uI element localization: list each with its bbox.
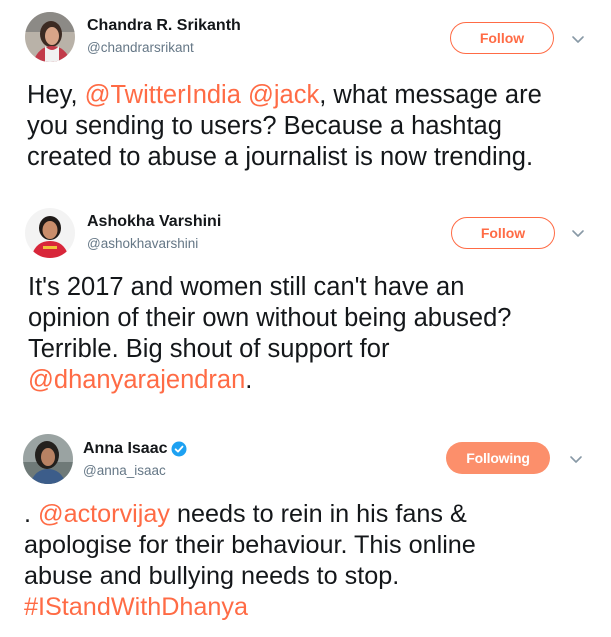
mention-link[interactable]: @TwitterIndia (85, 81, 241, 109)
chevron-down-icon[interactable] (571, 226, 585, 240)
hashtag-link[interactable]: #IStandWithDhanya (24, 593, 248, 621)
follow-button[interactable]: Follow (451, 217, 555, 249)
mention-link[interactable]: @actorvijay (38, 500, 170, 528)
display-name-text[interactable]: Ashokha Varshini (87, 212, 221, 232)
follow-button[interactable]: Follow (450, 22, 554, 54)
tweet-text-segment: It's 2017 and women still can't have an (28, 273, 465, 301)
tweet-text-segment: , what message are (319, 81, 542, 109)
chevron-down-icon[interactable] (571, 32, 585, 46)
tweet-text-segment: apologise for their behaviour. This onli… (24, 531, 476, 559)
user-handle[interactable]: @ashokhavarshini (87, 236, 221, 252)
user-handle[interactable]: @anna_isaac (83, 463, 187, 479)
tweet-text: It's 2017 and women still can't have an o… (28, 272, 603, 396)
display-name-text[interactable]: Anna Isaac (83, 439, 167, 459)
tweet-text: Hey, @TwitterIndia @jack, what message a… (27, 80, 602, 173)
verified-badge-icon (171, 441, 187, 457)
tweet-text-segment: abuse and bullying needs to stop. (24, 562, 400, 590)
avatar[interactable] (25, 12, 75, 62)
tweet-text-segment: created to abuse a journalist is now tre… (27, 143, 534, 171)
display-name[interactable]: Chandra R. Srikanth (87, 16, 241, 36)
tweet-text-segment: . (24, 500, 38, 528)
tweet-text-segment: . (245, 366, 253, 394)
author-info: Anna Isaac @anna_isaac (83, 439, 187, 479)
tweet-text-segment: needs to rein in his fans & (169, 500, 467, 528)
author-info: Chandra R. Srikanth @chandrarsrikant (87, 16, 241, 56)
tweet-text-segment: opinion of their own without being abuse… (28, 304, 512, 332)
mention-link[interactable]: @dhanyarajendran (28, 366, 245, 394)
author-info: Ashokha Varshini @ashokhavarshini (87, 212, 221, 252)
avatar[interactable] (23, 434, 73, 484)
tweet-text-segment: Hey, (27, 81, 85, 109)
avatar[interactable] (25, 208, 75, 258)
tweet-card: Ashokha Varshini @ashokhavarshini Follow… (0, 200, 611, 414)
chevron-down-icon[interactable] (569, 452, 583, 466)
tweet-text-segment: you sending to users? Because a hashtag (27, 112, 502, 140)
display-name[interactable]: Anna Isaac (83, 439, 187, 459)
tweet-text: . @actorvijay needs to rein in his fans … (24, 499, 599, 623)
tweet-card: Anna Isaac @anna_isaac Following . @acto… (0, 414, 611, 637)
following-button[interactable]: Following (446, 442, 550, 474)
display-name[interactable]: Ashokha Varshini (87, 212, 221, 232)
display-name-text[interactable]: Chandra R. Srikanth (87, 16, 241, 36)
user-handle[interactable]: @chandrarsrikant (87, 40, 241, 56)
mention-link[interactable]: @jack (248, 81, 319, 109)
tweet-text-segment: Terrible. Big shout of support for (28, 335, 390, 363)
tweet-card: Chandra R. Srikanth @chandrarsrikant Fol… (0, 0, 611, 200)
tweet-text-segment (241, 81, 248, 109)
